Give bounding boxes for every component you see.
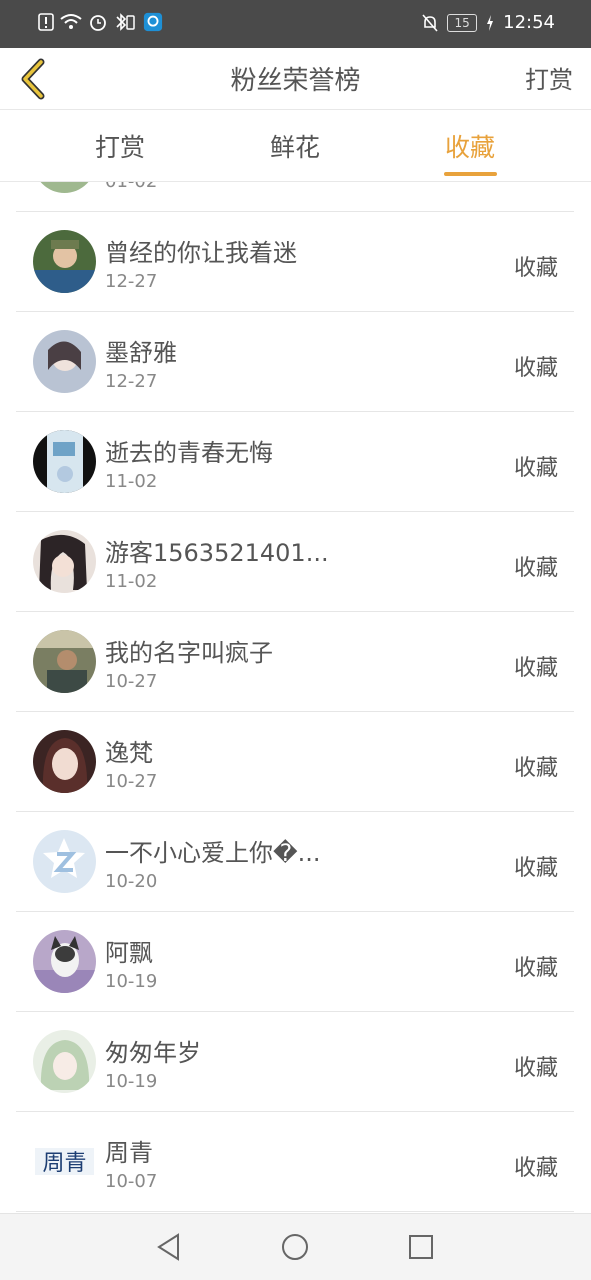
list-item-date: 10-27: [105, 671, 158, 692]
list-item[interactable]: 逝去的青春无悔 11-02 收藏: [16, 412, 574, 512]
list-item-type: 收藏: [513, 756, 558, 781]
list-item-date: 10-19: [105, 1071, 158, 1092]
list-item-date: 10-19: [105, 971, 158, 992]
avatar: [33, 330, 96, 393]
bluetooth-icon: [116, 13, 135, 31]
list-item-date: 10-20: [105, 871, 158, 892]
alarm-icon: [90, 15, 106, 31]
avatar: [33, 1030, 96, 1093]
fan-list[interactable]: 01-02 曾经的你让我着迷 12-27 收藏 墨舒雅 12-27 收藏 逝去的…: [16, 182, 574, 1213]
app-icon: [143, 12, 163, 32]
list-item-date: 11-02: [105, 571, 158, 592]
list-item-type: 收藏: [513, 856, 558, 881]
list-item[interactable]: 匆匆年岁 10-19 收藏: [16, 1012, 574, 1112]
list-item-type: 收藏: [513, 356, 558, 381]
list-item-name: 我的名字叫疯子: [105, 639, 273, 667]
list-item-type: 收藏: [513, 956, 558, 981]
battery-icon: 15: [447, 13, 478, 32]
back-triangle-icon[interactable]: [154, 1232, 184, 1262]
list-item-name: 墨舒雅: [105, 339, 177, 367]
avatar-text: 周青: [42, 1151, 86, 1176]
list-item-date: 10-27: [105, 771, 158, 792]
tab-flowers[interactable]: 鲜花: [270, 128, 320, 164]
list-item-name: 曾经的你让我着迷: [105, 239, 297, 267]
list-item-name: 逝去的青春无悔: [105, 439, 273, 467]
list-item-name: 游客1563521401...: [105, 539, 329, 567]
avatar: [33, 830, 96, 893]
app-header: 粉丝荣誉榜 打赏: [0, 48, 591, 110]
list-item[interactable]: 01-02: [16, 182, 574, 212]
list-item-type: 收藏: [513, 456, 558, 481]
list-item[interactable]: 逸梵 10-27 收藏: [16, 712, 574, 812]
list-item-date: 12-27: [105, 371, 158, 392]
charging-icon: [487, 14, 494, 31]
tab-reward[interactable]: 打赏: [95, 128, 145, 164]
avatar: [33, 530, 96, 593]
list-item-date: 01-02: [105, 182, 157, 192]
list-item-date: 10-07: [105, 1171, 158, 1192]
list-item-name: 周青: [105, 1139, 153, 1167]
list-item[interactable]: 一不小心爱上你�... 10-20 收藏: [16, 812, 574, 912]
mute-icon: [422, 13, 438, 32]
list-item-date: 12-27: [105, 271, 158, 292]
avatar: [33, 630, 96, 693]
list-item[interactable]: 阿飘 10-19 收藏: [16, 912, 574, 1012]
list-item[interactable]: 周青 周青 10-07 收藏: [16, 1112, 574, 1212]
reward-header-button[interactable]: 打赏: [525, 60, 573, 95]
avatar: [33, 230, 96, 293]
list-item-type: 收藏: [513, 1056, 558, 1081]
avatar: 周青: [33, 1130, 96, 1193]
clock: 12:54: [503, 12, 555, 33]
list-item[interactable]: 游客1563521401... 11-02 收藏: [16, 512, 574, 612]
wifi-icon: [60, 14, 82, 29]
recent-square-icon[interactable]: [406, 1232, 436, 1262]
list-item-date: 11-02: [105, 471, 158, 492]
avatar: [33, 730, 96, 793]
list-item-type: 收藏: [513, 1156, 558, 1181]
system-nav-bar: [0, 1213, 591, 1280]
list-item[interactable]: 曾经的你让我着迷 12-27 收藏: [16, 212, 574, 312]
list-item-type: 收藏: [513, 556, 558, 581]
list-item[interactable]: 墨舒雅 12-27 收藏: [16, 312, 574, 412]
status-right: 15 12:54: [421, 12, 555, 33]
alert-icon: [38, 13, 54, 31]
list-item[interactable]: 我的名字叫疯子 10-27 收藏: [16, 612, 574, 712]
tab-favorites[interactable]: 收藏: [445, 128, 495, 164]
status-bar: 15 12:54: [0, 0, 591, 48]
status-left-icons: [38, 12, 164, 32]
avatar: [33, 430, 96, 493]
list-item-name: 逸梵: [105, 739, 153, 767]
avatar: [33, 182, 96, 193]
avatar: [33, 930, 96, 993]
home-circle-icon[interactable]: [280, 1232, 310, 1262]
tab-bar: 打赏 鲜花 收藏: [0, 110, 591, 182]
list-item-type: 收藏: [513, 256, 558, 281]
page-title: 粉丝荣誉榜: [230, 66, 361, 96]
list-item-type: 收藏: [513, 656, 558, 681]
list-item-name: 匆匆年岁: [105, 1039, 201, 1067]
list-item-name: 一不小心爱上你�...: [105, 839, 321, 867]
list-item-name: 阿飘: [105, 939, 153, 967]
tab-active-indicator: [444, 172, 497, 176]
